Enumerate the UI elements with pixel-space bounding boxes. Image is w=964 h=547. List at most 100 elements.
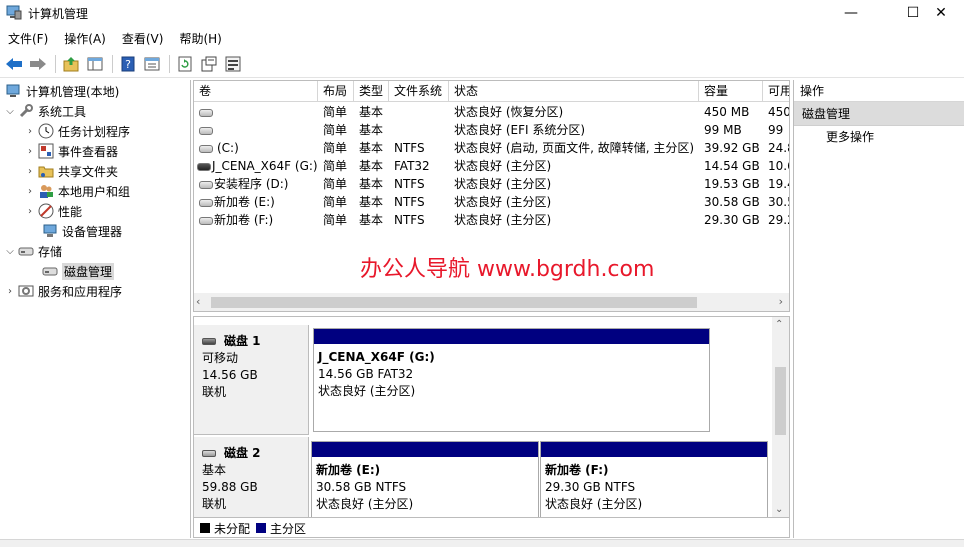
- partition-e[interactable]: 新加卷 (E:) 30.58 GB NTFS 状态良好 (主分区): [311, 441, 539, 521]
- volume-free: 450: [768, 105, 790, 119]
- more-actions-item[interactable]: 更多操作: [794, 126, 964, 148]
- forward-button[interactable]: [27, 53, 49, 75]
- tree-item-system-tools[interactable]: ⌵ 系统工具: [4, 101, 86, 121]
- volume-icon: [199, 216, 213, 225]
- volume-list-horizontal-scrollbar[interactable]: ‹ ›: [194, 293, 789, 311]
- volume-icon: [199, 108, 213, 117]
- back-button[interactable]: [3, 53, 25, 75]
- refresh-icon: [178, 56, 192, 71]
- scroll-right-icon[interactable]: ›: [779, 295, 783, 308]
- table-row[interactable]: (C:) 简单 基本 NTFS 状态良好 (启动, 页面文件, 故障转储, 主分…: [194, 139, 789, 157]
- scrollbar-thumb[interactable]: [211, 297, 697, 308]
- table-row[interactable]: 简单 基本 状态良好 (EFI 系统分区) 99 MB 99: [194, 121, 789, 139]
- partition-legend: 未分配 主分区: [194, 517, 789, 537]
- partition-name: 新加卷 (F:): [545, 463, 609, 477]
- partition-status: 状态良好 (主分区): [545, 497, 643, 511]
- tree-item-event-viewer[interactable]: › 事件查看器: [24, 141, 118, 161]
- toolbar: ?: [0, 50, 964, 78]
- disk-2-label[interactable]: 磁盘 2 基本 59.88 GB 联机: [194, 437, 309, 521]
- volume-status: 状态良好 (主分区): [454, 177, 552, 191]
- chevron-down-icon[interactable]: ⌵: [4, 246, 16, 257]
- partition-name: 新加卷 (E:): [316, 463, 381, 477]
- disk-kind: 可移动: [202, 351, 239, 365]
- disk-1-label[interactable]: 磁盘 1 可移动 14.56 GB 联机: [194, 325, 309, 435]
- tree-item-services-apps[interactable]: › 服务和应用程序: [4, 281, 122, 301]
- column-header-type[interactable]: 类型: [354, 81, 389, 102]
- chevron-right-icon[interactable]: ›: [24, 126, 36, 137]
- menu-help[interactable]: 帮助(H): [171, 28, 229, 50]
- partition-f[interactable]: 新加卷 (F:) 29.30 GB NTFS 状态良好 (主分区): [540, 441, 768, 521]
- refresh-button[interactable]: [174, 53, 196, 75]
- export-list-button[interactable]: [198, 53, 220, 75]
- tree-item-performance[interactable]: › 性能: [24, 201, 82, 221]
- table-row[interactable]: 安装程序 (D:) 简单 基本 NTFS 状态良好 (主分区) 19.53 GB…: [194, 175, 789, 193]
- back-icon: [6, 57, 22, 70]
- menu-action[interactable]: 操作(A): [56, 28, 114, 50]
- chevron-right-icon[interactable]: ›: [24, 166, 36, 177]
- column-header-capacity[interactable]: 容量: [699, 81, 763, 102]
- volume-free: 30.5: [768, 195, 789, 209]
- chevron-right-icon[interactable]: ›: [4, 286, 16, 297]
- legend-label: 未分配: [214, 521, 251, 536]
- scrollbar-thumb[interactable]: [775, 367, 786, 435]
- help-button[interactable]: ?: [117, 53, 139, 75]
- volume-type: 基本: [359, 105, 384, 119]
- scroll-left-icon[interactable]: ‹: [196, 295, 200, 308]
- partition-g[interactable]: J_CENA_X64F (G:) 14.56 GB FAT32 状态良好 (主分…: [313, 328, 710, 432]
- volume-layout: 简单: [323, 177, 348, 191]
- volume-type: 基本: [359, 195, 384, 209]
- removable-disk-icon: [202, 338, 216, 345]
- column-header-layout[interactable]: 布局: [318, 81, 354, 102]
- tree-item-task-scheduler[interactable]: › 任务计划程序: [24, 121, 130, 141]
- tools-icon: [19, 104, 33, 118]
- volume-filesystem: [389, 103, 449, 121]
- settings-icon: [225, 56, 241, 71]
- tree-item-disk-management[interactable]: 磁盘管理: [40, 261, 115, 281]
- close-button[interactable]: ✕: [918, 0, 964, 26]
- volume-type: 基本: [359, 159, 384, 173]
- show-hide-tree-button[interactable]: [84, 53, 106, 75]
- tree-item-storage[interactable]: ⌵ 存储: [4, 241, 62, 261]
- clock-icon: [38, 123, 54, 139]
- table-row[interactable]: J_CENA_X64F (G:) 简单 基本 FAT32 状态良好 (主分区) …: [194, 157, 789, 175]
- column-header-status[interactable]: 状态: [449, 81, 699, 102]
- primary-partition-stripe: [314, 329, 709, 344]
- hard-disk-icon: [202, 450, 216, 457]
- disk-view-vertical-scrollbar[interactable]: ⌃ ⌄: [772, 317, 789, 517]
- scroll-down-icon[interactable]: ⌄: [775, 504, 783, 515]
- chevron-right-icon[interactable]: ›: [24, 186, 36, 197]
- chevron-down-icon[interactable]: ⌵: [4, 106, 16, 117]
- properties-button[interactable]: [141, 53, 163, 75]
- chevron-right-icon[interactable]: ›: [24, 146, 36, 157]
- volume-name: J_CENA_X64F (G:): [212, 159, 318, 173]
- volume-icon: [199, 198, 213, 207]
- column-header-filesystem[interactable]: 文件系统: [389, 81, 449, 102]
- tree-item-local-users[interactable]: › 本地用户和组: [24, 181, 130, 201]
- column-header-free[interactable]: 可用: [763, 81, 789, 102]
- tree-item-shared-folders[interactable]: › 共享文件夹: [24, 161, 118, 181]
- legend-swatch: [200, 523, 210, 533]
- minimize-button[interactable]: —: [828, 0, 874, 26]
- volume-name: 新加卷 (F:): [214, 213, 274, 227]
- chevron-right-icon[interactable]: ›: [24, 206, 36, 217]
- tree-item-device-manager[interactable]: 设备管理器: [40, 221, 122, 241]
- shared-folder-icon: [38, 166, 54, 178]
- tree-item-label: 共享文件夹: [58, 164, 119, 179]
- actions-section-disk-management[interactable]: 磁盘管理: [794, 102, 964, 126]
- menu-view[interactable]: 查看(V): [114, 28, 172, 50]
- event-viewer-icon: [38, 143, 54, 159]
- volume-free: 19.4: [768, 177, 789, 191]
- partition-detail: 14.56 GB FAT32: [318, 367, 414, 381]
- up-button[interactable]: [60, 53, 82, 75]
- scroll-up-icon[interactable]: ⌃: [775, 319, 783, 330]
- tree-root[interactable]: 计算机管理(本地): [4, 81, 119, 101]
- column-header-volume[interactable]: 卷: [194, 81, 318, 102]
- volume-status: 状态良好 (启动, 页面文件, 故障转储, 主分区): [454, 141, 695, 155]
- menu-file[interactable]: 文件(F): [0, 28, 56, 50]
- table-row[interactable]: 新加卷 (F:) 简单 基本 NTFS 状态良好 (主分区) 29.30 GB …: [194, 211, 789, 229]
- table-row[interactable]: 简单 基本 状态良好 (恢复分区) 450 MB 450: [194, 103, 790, 121]
- settings-button[interactable]: [222, 53, 244, 75]
- table-row[interactable]: 新加卷 (E:) 简单 基本 NTFS 状态良好 (主分区) 30.58 GB …: [194, 193, 789, 211]
- volume-capacity: 450 MB: [704, 105, 750, 119]
- properties-icon: [144, 57, 160, 70]
